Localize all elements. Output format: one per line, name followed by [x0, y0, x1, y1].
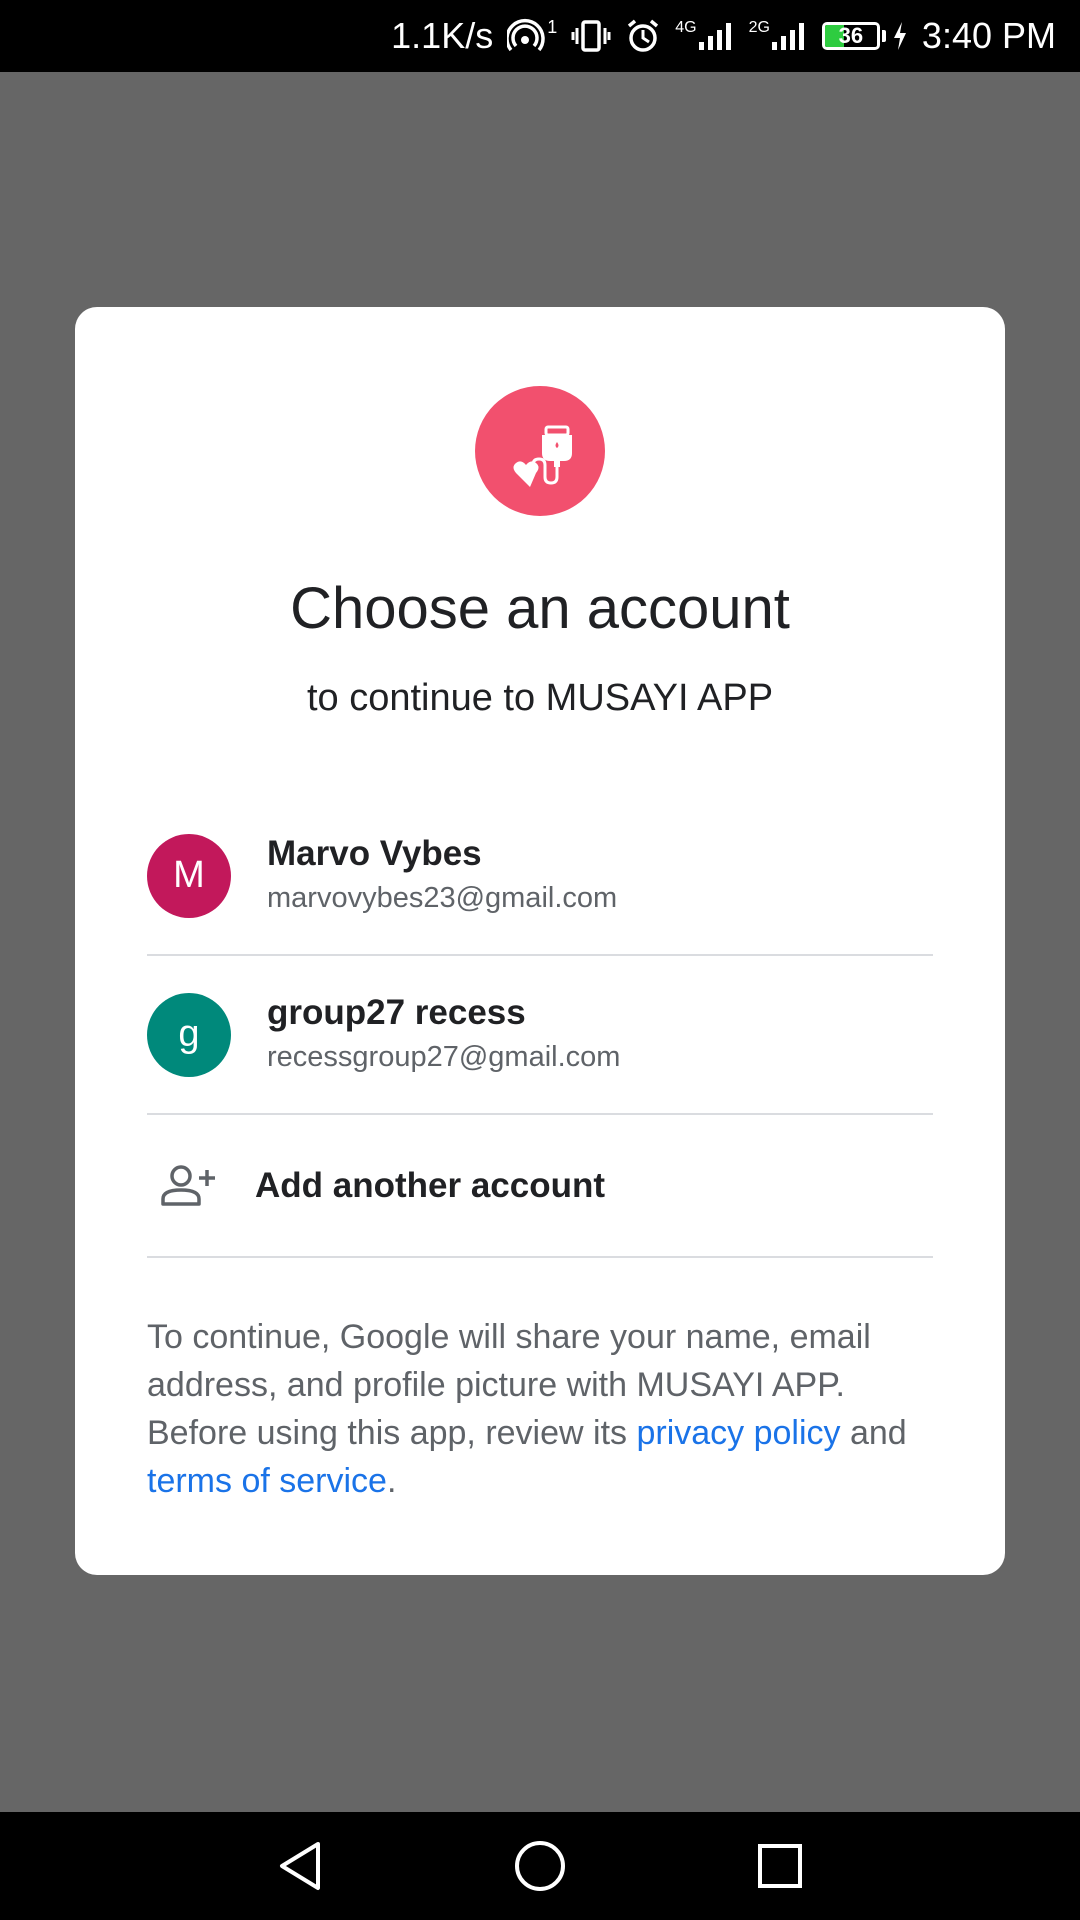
alarm-icon	[625, 18, 661, 54]
home-icon	[515, 1841, 565, 1891]
account-email: marvovybes23@gmail.com	[267, 881, 618, 914]
battery-level: 36	[838, 23, 864, 48]
dialog-subtitle: to continue to MUSAYI APP	[306, 677, 774, 719]
account-item-group27-recess[interactable]: g group27 recess recessgroup27@gmail.com	[147, 956, 933, 1115]
disclaimer-text-2: and	[840, 1414, 907, 1452]
navigation-bar	[0, 1812, 1080, 1920]
hotspot-badge: 1	[547, 16, 558, 37]
hotspot-icon: 1	[507, 16, 558, 54]
network-2g-label: 2G	[748, 19, 770, 36]
account-chooser-dialog: Choose an account to continue to MUSAYI …	[75, 307, 1005, 1575]
privacy-policy-link[interactable]: privacy policy	[636, 1414, 840, 1452]
account-name: Marvo Vybes	[267, 833, 482, 873]
back-icon	[280, 1842, 320, 1890]
network-4g-label: 4G	[675, 19, 697, 36]
terms-of-service-link[interactable]: terms of service	[147, 1462, 387, 1500]
back-button[interactable]	[180, 1838, 420, 1894]
signal-2g-icon: 2G	[748, 19, 808, 52]
recents-button[interactable]	[660, 1841, 900, 1891]
charging-icon	[892, 20, 908, 52]
app-logo	[475, 386, 605, 516]
iv-drip-heart-icon	[513, 425, 572, 487]
signal-4g-icon: 4G	[675, 19, 734, 52]
add-person-icon	[161, 1164, 215, 1206]
account-list: M Marvo Vybes marvovybes23@gmail.com g g…	[147, 797, 933, 1258]
avatar: M	[147, 833, 231, 918]
vibrate-icon	[571, 18, 611, 54]
account-email: recessgroup27@gmail.com	[267, 1040, 621, 1073]
recents-icon	[758, 1844, 802, 1888]
battery-icon: 36	[821, 22, 886, 50]
disclaimer-text-3: .	[386, 1462, 397, 1500]
consent-disclaimer: To continue, Google will share your name…	[147, 1313, 947, 1505]
status-bar: 1.1K/s 1 4G 2G 36 3:40 PM	[0, 0, 1080, 72]
net-speed: 1.1K/s	[391, 15, 494, 56]
avatar: g	[147, 992, 231, 1077]
dialog-title: Choose an account	[290, 576, 790, 641]
clock: 3:40 PM	[921, 15, 1056, 56]
account-item-marvo-vybes[interactable]: M Marvo Vybes marvovybes23@gmail.com	[147, 797, 933, 956]
account-name: group27 recess	[267, 992, 526, 1032]
add-another-account-button[interactable]: Add another account	[147, 1115, 933, 1258]
add-account-label: Add another account	[255, 1165, 606, 1205]
home-button[interactable]	[420, 1838, 660, 1894]
